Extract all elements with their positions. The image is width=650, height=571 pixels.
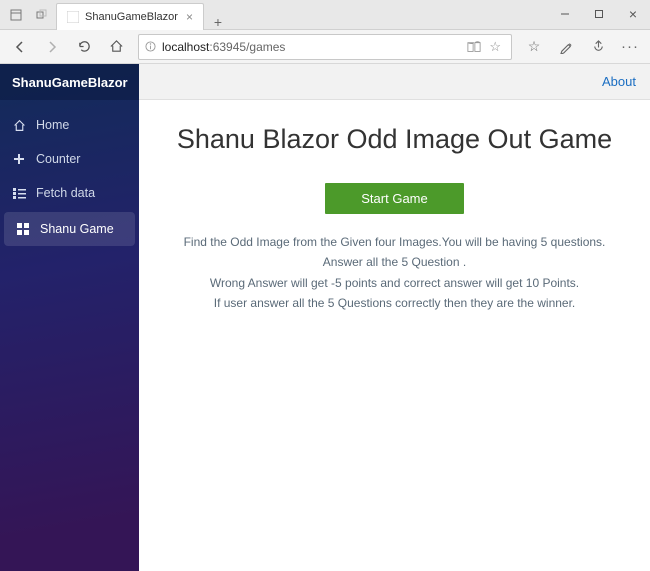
start-game-button[interactable]: Start Game: [325, 183, 463, 214]
nav-forward-button[interactable]: [38, 33, 66, 61]
recent-icon[interactable]: [32, 7, 52, 23]
sidebar: ShanuGameBlazor Home Counter: [0, 64, 139, 571]
tab-close-icon[interactable]: ×: [178, 10, 193, 24]
sidebar-item-label: Fetch data: [36, 186, 95, 200]
notes-icon[interactable]: [552, 33, 580, 61]
browser-titlebar: ShanuGameBlazor × + ×: [0, 0, 650, 30]
app-brand[interactable]: ShanuGameBlazor: [0, 64, 139, 100]
sidebar-item-label: Home: [36, 118, 69, 132]
app-topbar: About: [139, 64, 650, 100]
window-controls: ×: [548, 0, 650, 29]
more-icon[interactable]: ···: [616, 33, 644, 61]
sidebar-item-shanugame[interactable]: Shanu Game: [4, 212, 135, 246]
home-icon: [12, 119, 26, 132]
sidebar-item-home[interactable]: Home: [0, 108, 139, 142]
instruction-line: Find the Odd Image from the Given four I…: [157, 232, 632, 252]
grid-icon: [16, 223, 30, 236]
tab-title: ShanuGameBlazor: [85, 11, 178, 23]
app-root: ShanuGameBlazor Home Counter: [0, 64, 650, 571]
window-maximize-button[interactable]: [582, 0, 616, 28]
sidebar-item-label: Shanu Game: [40, 222, 114, 236]
sidebar-nav: Home Counter Fetch data: [0, 100, 139, 246]
nav-back-button[interactable]: [6, 33, 34, 61]
app-body: ShanuGameBlazor Home Counter: [0, 64, 650, 571]
instruction-line: If user answer all the 5 Questions corre…: [157, 293, 632, 313]
sidebar-item-counter[interactable]: Counter: [0, 142, 139, 176]
nav-refresh-button[interactable]: [70, 33, 98, 61]
sidebar-item-fetchdata[interactable]: Fetch data: [0, 176, 139, 210]
list-icon: [12, 188, 26, 199]
address-bar[interactable]: localhost:63945/games ☆: [138, 34, 512, 60]
reading-view-icon[interactable]: [463, 41, 485, 53]
instructions: Find the Odd Image from the Given four I…: [157, 232, 632, 314]
page-title: Shanu Blazor Odd Image Out Game: [157, 124, 632, 155]
brand-label: ShanuGameBlazor: [12, 75, 128, 90]
address-bar-url: localhost:63945/games: [162, 40, 463, 54]
plus-icon: [12, 153, 26, 165]
site-info-icon[interactable]: [145, 41, 156, 52]
main-content: Shanu Blazor Odd Image Out Game Start Ga…: [139, 100, 650, 571]
sidebar-toggle-icon[interactable]: [6, 7, 26, 23]
share-icon[interactable]: [584, 33, 612, 61]
window-minimize-button[interactable]: [548, 0, 582, 28]
new-tab-button[interactable]: +: [204, 14, 232, 30]
instruction-line: Wrong Answer will get -5 points and corr…: [157, 273, 632, 293]
browser-tab-active[interactable]: ShanuGameBlazor ×: [56, 3, 204, 30]
nav-home-button[interactable]: [102, 33, 130, 61]
about-link[interactable]: About: [602, 74, 636, 89]
favorites-icon[interactable]: ☆: [520, 33, 548, 61]
titlebar-left: [0, 0, 52, 29]
instruction-line: Answer all the 5 Question .: [157, 252, 632, 272]
tab-strip: ShanuGameBlazor × +: [56, 0, 232, 30]
sidebar-item-label: Counter: [36, 152, 80, 166]
tab-favicon: [67, 11, 79, 23]
window-close-button[interactable]: ×: [616, 0, 650, 28]
browser-toolbar: localhost:63945/games ☆ ☆ ···: [0, 30, 650, 64]
favorite-star-icon[interactable]: ☆: [485, 39, 505, 55]
